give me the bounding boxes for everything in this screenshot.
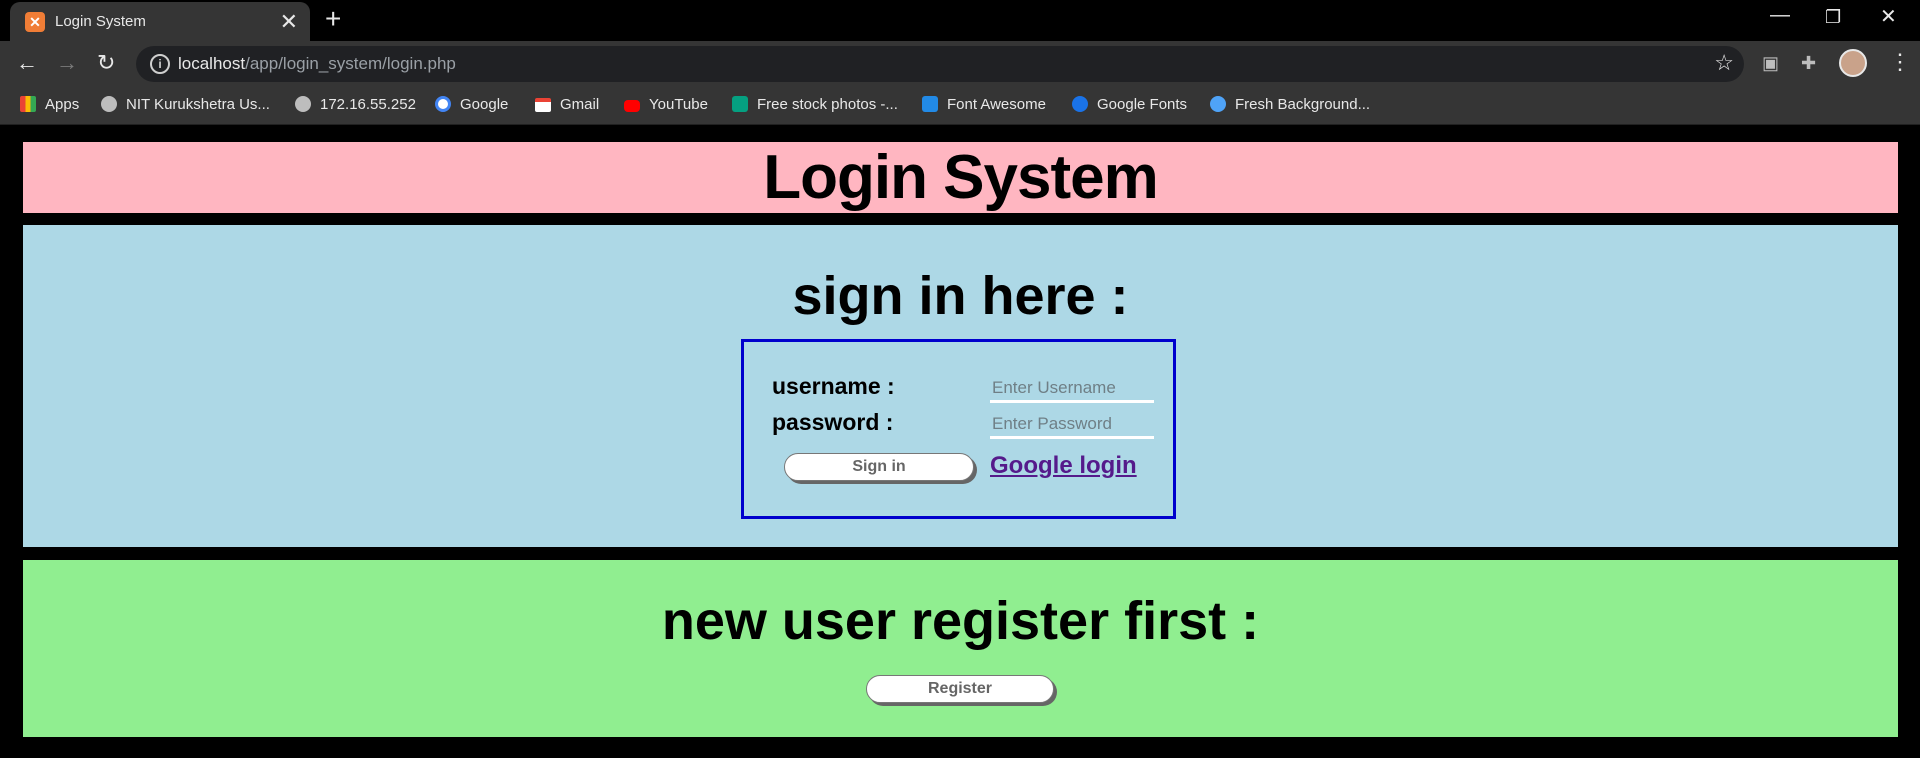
bookmark-google[interactable]: Google — [435, 96, 508, 113]
site-info-icon[interactable]: i — [150, 54, 170, 74]
close-tab-icon[interactable]: ✕ — [280, 9, 298, 35]
bookmark-gmail[interactable]: Gmail — [535, 96, 599, 113]
gmail-icon — [535, 98, 551, 112]
profile-avatar[interactable] — [1839, 49, 1867, 77]
pexels-icon — [732, 96, 748, 112]
register-heading: new user register first : — [661, 591, 1260, 651]
bookmarks-bar: Apps NIT Kurukshetra Us... 172.16.55.252… — [0, 87, 1920, 125]
flag-icon — [922, 96, 938, 112]
password-input[interactable] — [990, 412, 1154, 439]
minimize-icon[interactable]: — — [1770, 4, 1790, 27]
google-icon — [435, 96, 451, 112]
tab-title: Login System — [55, 13, 146, 30]
bookmark-youtube[interactable]: YouTube — [624, 96, 708, 113]
page-header: Login System — [23, 142, 1898, 213]
youtube-icon — [624, 100, 640, 112]
apps-grid-icon — [20, 96, 36, 112]
new-tab-icon[interactable]: + — [325, 3, 341, 35]
password-label: password : — [772, 409, 894, 435]
more-menu-icon[interactable]: ⋮ — [1889, 49, 1911, 75]
close-window-icon[interactable]: ✕ — [1880, 4, 1897, 29]
bookmark-font-awesome[interactable]: Font Awesome — [922, 96, 1046, 113]
restore-icon[interactable]: ❐ — [1825, 7, 1841, 28]
bookmark-apps[interactable]: Apps — [20, 96, 79, 113]
bookmark-google-fonts[interactable]: Google Fonts — [1072, 96, 1187, 113]
bookmark-star-icon[interactable]: ☆ — [1714, 50, 1734, 76]
tab-bar: ✕ Login System ✕ + — ❐ ✕ — [0, 0, 1920, 41]
register-button[interactable]: Register — [866, 675, 1054, 703]
signin-section: sign in here : username : password : Sig… — [23, 225, 1898, 547]
bookmark-ip[interactable]: 172.16.55.252 — [295, 96, 416, 113]
bookmark-pexels[interactable]: Free stock photos -... — [732, 96, 898, 113]
reload-icon[interactable]: ↻ — [97, 50, 115, 76]
page-content: Login System sign in here : username : p… — [0, 125, 1920, 758]
extension-icon[interactable]: ▣ — [1762, 53, 1779, 74]
xampp-icon: ✕ — [25, 12, 45, 32]
page-title: Login System — [763, 143, 1159, 212]
register-section: new user register first : Register — [23, 560, 1898, 737]
google-fonts-icon — [1072, 96, 1088, 112]
forward-icon[interactable]: → — [56, 50, 78, 76]
browser-toolbar: ← → ↻ i localhost/app/login_system/login… — [0, 41, 1920, 87]
url-text: localhost/app/login_system/login.php — [178, 54, 456, 73]
background-icon — [1210, 96, 1226, 112]
bookmark-fresh-background[interactable]: Fresh Background... — [1210, 96, 1370, 113]
username-label: username : — [772, 373, 895, 399]
globe-icon — [295, 96, 311, 112]
signin-heading: sign in here : — [792, 266, 1129, 326]
google-login-link[interactable]: Google login — [990, 452, 1137, 480]
username-input[interactable] — [990, 376, 1154, 403]
puzzle-icon[interactable]: ✚ — [1801, 53, 1816, 74]
address-bar[interactable]: i localhost/app/login_system/login.php ☆ — [136, 46, 1744, 82]
signin-button[interactable]: Sign in — [784, 453, 974, 481]
browser-tab[interactable]: ✕ Login System ✕ — [10, 2, 310, 41]
back-icon[interactable]: ← — [16, 50, 38, 76]
login-form: username : password : Sign in Google log… — [741, 339, 1176, 519]
bookmark-nit-kurukshetra[interactable]: NIT Kurukshetra Us... — [101, 96, 270, 113]
globe-icon — [101, 96, 117, 112]
